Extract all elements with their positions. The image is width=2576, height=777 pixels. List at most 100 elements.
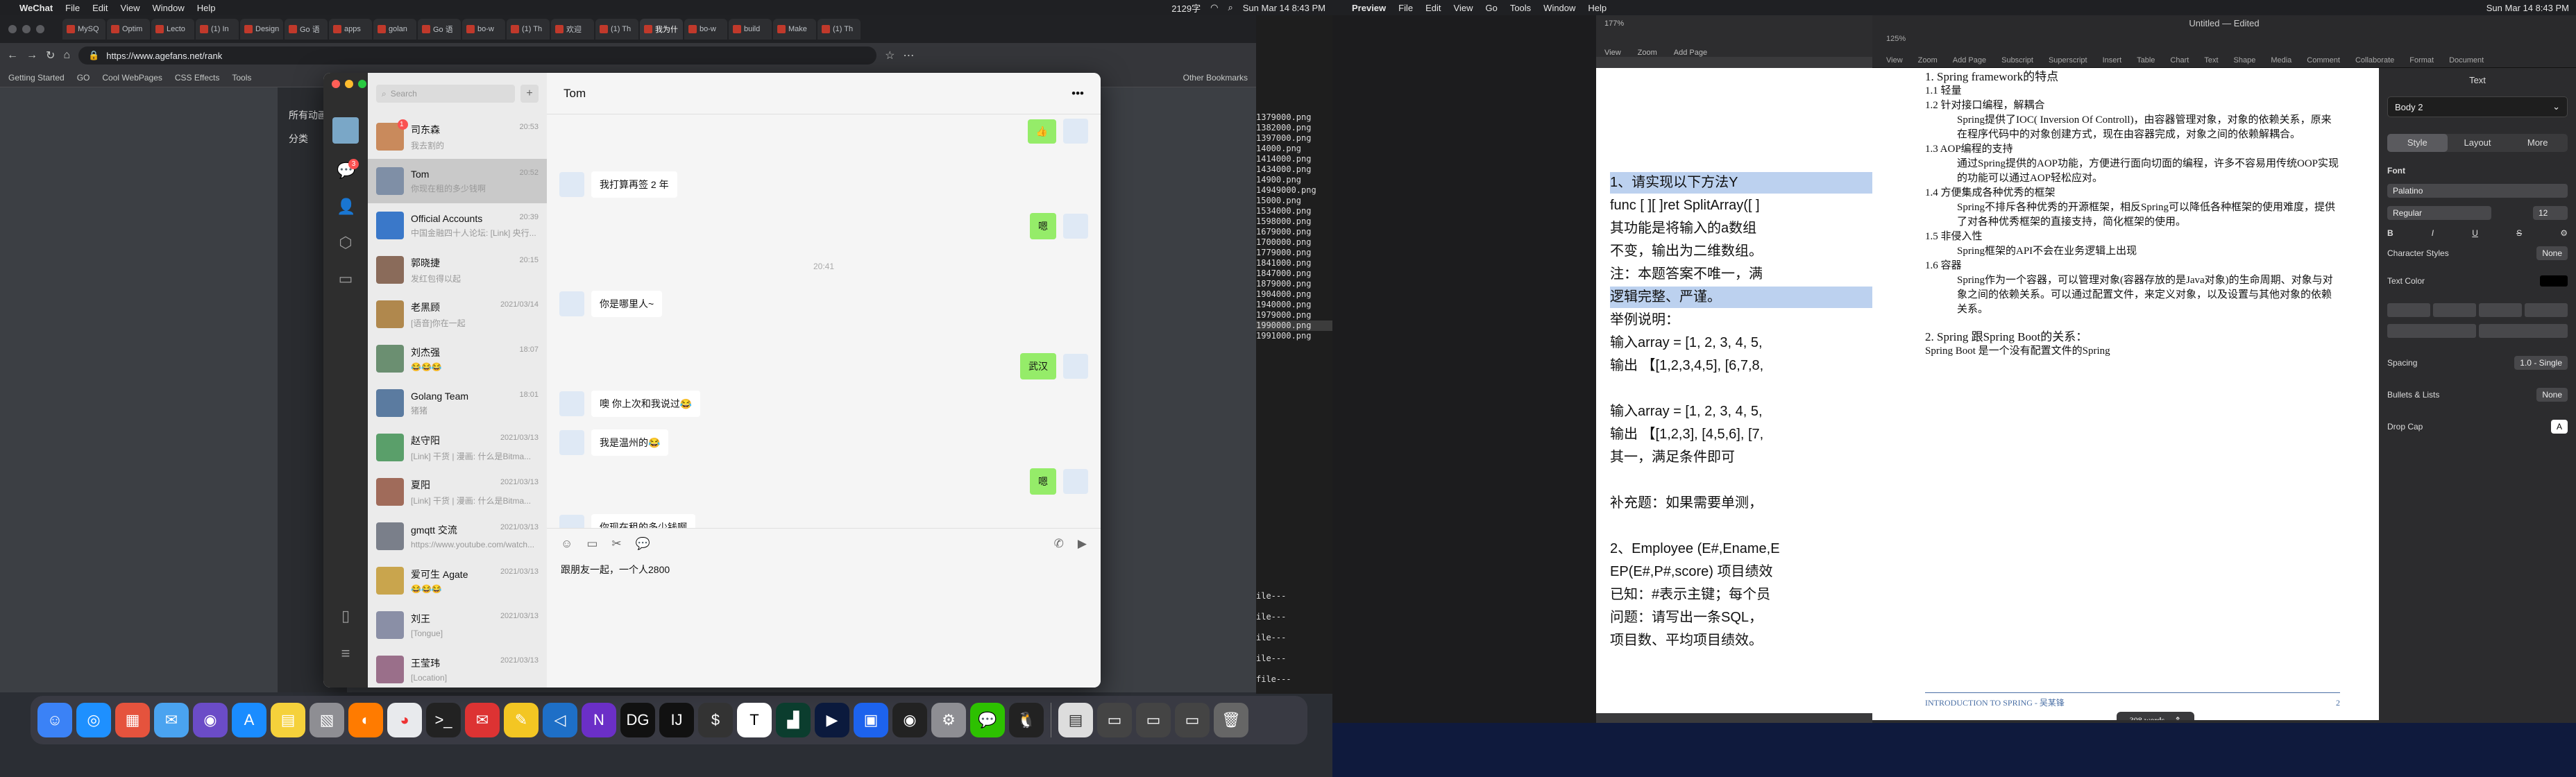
browser-tab[interactable]: bo-w	[684, 19, 727, 40]
toolbar-insert-button[interactable]: Insert	[2103, 56, 2122, 65]
message-bubble[interactable]: 你是哪里人~	[591, 291, 663, 317]
conversation-item[interactable]: 郭晓捷 20:15 发红包得以起	[368, 248, 547, 292]
add-page-button[interactable]: Add Page	[1674, 49, 1707, 57]
conversation-item[interactable]: 王莹玮 2021/03/13 [Location]	[368, 647, 547, 688]
menu-help[interactable]: Help	[1588, 3, 1607, 13]
launchpad-icon[interactable]: ▦	[115, 703, 150, 737]
toolbar-superscript-button[interactable]: Superscript	[2049, 56, 2087, 65]
reload-icon[interactable]: ↻	[46, 49, 55, 62]
paragraph-style-select[interactable]: Body 2 ⌄	[2387, 96, 2568, 117]
window-thumb-icon[interactable]: ▭	[1097, 703, 1132, 737]
video-call-icon[interactable]: ▶	[1078, 537, 1087, 551]
intellij-icon[interactable]: IJ	[659, 703, 694, 737]
window-thumb-icon[interactable]: ▭	[1136, 703, 1171, 737]
conversation-item[interactable]: 爱可生 Agate 2021/03/13 😂😂😂	[368, 558, 547, 603]
message-bubble[interactable]: 我是温州的😂	[591, 429, 669, 456]
conversation-item[interactable]: 老黑顾 2021/03/14 [语音]你在一起	[368, 292, 547, 336]
emoji-icon[interactable]: ☺	[561, 537, 573, 551]
font-size-field[interactable]: 12	[2533, 206, 2568, 220]
menu-help[interactable]: Help	[197, 3, 216, 13]
menu-file[interactable]: File	[65, 3, 80, 13]
justify-button[interactable]	[2525, 303, 2568, 317]
menu-go[interactable]: Go	[1485, 3, 1497, 13]
browser-tab[interactable]: (1) Th	[507, 19, 550, 40]
text-color-well[interactable]	[2540, 275, 2568, 287]
zoom-button[interactable]: Zoom	[1638, 49, 1657, 57]
conversation-item[interactable]: 刘杰强 18:07 😂😂😂	[368, 336, 547, 381]
scissors-icon[interactable]: ✂	[611, 537, 621, 551]
bookmark-tools[interactable]: Tools	[232, 73, 251, 83]
favorites-icon[interactable]: ⬡	[337, 234, 355, 252]
input-status[interactable]: 2129字	[1171, 1, 1201, 15]
zoom-dot[interactable]	[358, 80, 366, 88]
iterm-icon[interactable]: $	[698, 703, 733, 737]
sender-avatar[interactable]	[1063, 354, 1088, 379]
search-input[interactable]: ⌕ Search	[376, 85, 515, 103]
onenote-icon[interactable]: N	[582, 703, 616, 737]
home-icon[interactable]: ⌂	[63, 49, 70, 62]
conversation-item[interactable]: Tom 20:52 你现在租的多少钱啊	[368, 159, 547, 203]
pencil-icon[interactable]: ✎	[504, 703, 539, 737]
indent-right-button[interactable]	[2479, 324, 2568, 338]
github-icon[interactable]: ◉	[892, 703, 927, 737]
minimize-dot[interactable]	[345, 80, 353, 88]
mail-icon[interactable]: ✉	[154, 703, 189, 737]
message-bubble[interactable]: 嗯	[1030, 468, 1056, 495]
notes-icon[interactable]: ▤	[271, 703, 305, 737]
bookmark-other[interactable]: Other Bookmarks	[1183, 73, 1248, 83]
document-page[interactable]: 1. Spring framework的特点 1.1 轻量 1.2 针对接口编程，解…	[1872, 68, 2379, 720]
menu-edit[interactable]: Edit	[92, 3, 108, 13]
message-bubble[interactable]: 你现在租的多少钱啊	[591, 514, 695, 528]
toolbar-chart-button[interactable]: Chart	[2170, 56, 2189, 65]
document-icon[interactable]: ▤	[1058, 703, 1093, 737]
more-icon[interactable]: •••	[1071, 87, 1084, 101]
message-input[interactable]: 跟朋友一起，一个人2800	[561, 563, 670, 577]
terminal-icon[interactable]: >_	[426, 703, 461, 737]
toolbar-comment-button[interactable]: Comment	[2307, 56, 2340, 65]
strike-button[interactable]: S	[2516, 228, 2522, 238]
docker-icon[interactable]: ▣	[854, 703, 888, 737]
conversation-item[interactable]: 1 司东森 20:53 我去割的	[368, 114, 547, 159]
chat-history-icon[interactable]: 💬	[636, 537, 650, 551]
back-icon[interactable]: ←	[7, 49, 18, 62]
align-right-button[interactable]	[2479, 303, 2522, 317]
menu-file[interactable]: File	[1398, 3, 1413, 13]
browser-tab[interactable]: Go 语	[418, 19, 461, 40]
bullets-select[interactable]: None	[2536, 388, 2568, 402]
toolbar-text-button[interactable]: Text	[2204, 56, 2218, 65]
browser-tab[interactable]: (1) Th	[817, 19, 861, 40]
bullets-label[interactable]: Bullets & Lists	[2387, 390, 2439, 400]
sender-avatar[interactable]	[559, 515, 584, 528]
menu-icon[interactable]: ≡	[337, 644, 355, 663]
browser-tab[interactable]: bo-w	[462, 19, 505, 40]
toolbar-table-button[interactable]: Table	[2137, 56, 2155, 65]
folder-icon[interactable]: ▭	[586, 537, 598, 551]
sender-avatar[interactable]	[559, 172, 584, 197]
menu-view[interactable]: View	[1454, 3, 1473, 13]
vscode-icon[interactable]: ◁	[543, 703, 577, 737]
wechat-dock-icon[interactable]: 💬	[970, 703, 1005, 737]
address-bar[interactable]: 🔒 https://www.agefans.net/rank	[78, 46, 877, 65]
browser-tab[interactable]: Make	[773, 19, 816, 40]
bookmark-getting-started[interactable]: Getting Started	[8, 73, 65, 83]
siri-icon[interactable]: ◉	[193, 703, 228, 737]
search-icon[interactable]: ⌕	[1228, 2, 1232, 13]
menu-edit[interactable]: Edit	[1425, 3, 1441, 13]
drop-cap-label[interactable]: Drop Cap	[2387, 422, 2423, 432]
contacts-icon[interactable]: 👤	[337, 198, 355, 216]
drop-cap-style[interactable]: A	[2550, 420, 2568, 434]
minimize-dot[interactable]	[22, 25, 31, 33]
message-bubble[interactable]: 嗯	[1030, 213, 1056, 239]
gear-icon[interactable]: ⚙	[2560, 228, 2568, 238]
browser-tab[interactable]: Lecto	[151, 19, 194, 40]
zoom-level[interactable]: 177%	[1604, 19, 1624, 28]
datagrip-icon[interactable]: DG	[620, 703, 655, 737]
browser-tab[interactable]: Go 语	[285, 19, 328, 40]
wifi-icon[interactable]: ◠	[1210, 2, 1218, 13]
zoom-level[interactable]: 125%	[1886, 35, 1906, 43]
bookmark-cool-webpages[interactable]: Cool WebPages	[102, 73, 162, 83]
underline-button[interactable]: U	[2472, 228, 2478, 238]
sender-avatar[interactable]	[1063, 469, 1088, 494]
italic-button[interactable]: I	[2432, 228, 2434, 238]
remote-icon[interactable]: ▶	[815, 703, 849, 737]
